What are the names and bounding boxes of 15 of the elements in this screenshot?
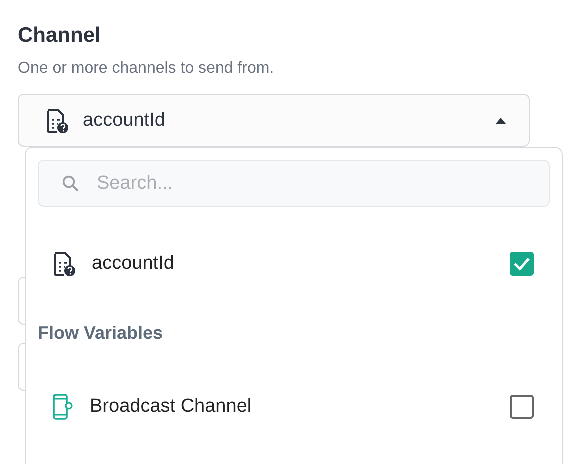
channel-select[interactable]: accountId [18,94,530,147]
checkbox[interactable] [510,252,534,276]
document-question-icon [45,108,69,134]
phone-gear-icon [52,393,74,421]
search-icon [62,175,80,193]
caret-icon [495,116,507,124]
group-title: Flow Variables [38,323,164,344]
option-label[interactable]: accountId [92,253,494,275]
section-title: Channel [18,24,102,48]
search-field[interactable]: Search... [38,160,550,207]
document-question-icon [52,251,76,277]
option-label[interactable]: Broadcast Channel [90,396,494,418]
checkbox[interactable] [510,395,534,419]
section-description: One or more channels to send from. [18,60,276,78]
check-icon [513,257,531,271]
